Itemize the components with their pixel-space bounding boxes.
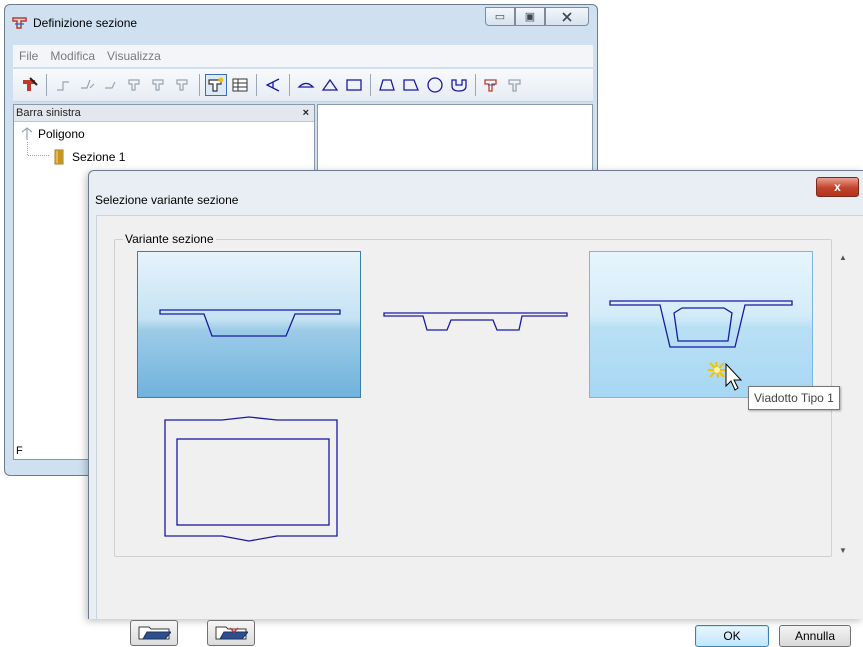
menu-modifica[interactable]: Modifica [44, 49, 101, 63]
toolbar-separator [199, 74, 200, 96]
menu-file[interactable]: File [13, 49, 44, 63]
triangle-icon [321, 78, 339, 91]
tool-1-button[interactable] [52, 74, 74, 96]
shape-trapezoid-2-button[interactable] [400, 74, 422, 96]
tree-connector [27, 142, 49, 156]
section-shape-3 [609, 300, 793, 391]
tree-item-label: Sezione 1 [72, 150, 126, 164]
shape-rectangle-button[interactable] [343, 74, 365, 96]
node-move-icon [81, 79, 95, 89]
section-paste-icon [508, 79, 521, 92]
tree-item-sezione-1[interactable]: Sezione 1 [52, 149, 125, 165]
menu-bar: File Modifica Visualizza [13, 45, 593, 68]
sidebar-title: Barra sinistra [16, 107, 81, 119]
section-shape-box [164, 416, 338, 542]
dialog-body: Variante sezione ▲ ▼ OK Annulla [96, 215, 863, 647]
wedge-icon [265, 78, 280, 92]
tool-6-button[interactable] [172, 74, 194, 96]
shape-circle-button[interactable] [424, 74, 446, 96]
scroll-up-icon[interactable]: ▲ [839, 253, 847, 262]
edit-section-button[interactable] [19, 74, 41, 96]
tool-5-button[interactable] [148, 74, 170, 96]
sidebar-close-button[interactable]: × [303, 105, 309, 121]
maximize-icon: ▣ [524, 11, 536, 23]
toolbar [13, 69, 593, 102]
group-label: Variante sezione [123, 232, 216, 246]
circle-icon [427, 77, 443, 93]
section-shape-1 [159, 309, 341, 337]
section-copy-icon [484, 79, 497, 92]
variant-tile-2[interactable] [377, 251, 572, 398]
minimize-icon: ▭ [494, 11, 506, 23]
tool-4-button[interactable] [124, 74, 146, 96]
toolbar-separator [46, 74, 47, 96]
toolbar-separator [370, 74, 371, 96]
dialog-close-button[interactable]: x [816, 177, 859, 197]
variant-dialog: Selezione variante sezione x Variante se… [88, 170, 863, 647]
open-folder-icon [138, 626, 171, 640]
save-folder-icon [215, 626, 248, 640]
rectangle-icon [346, 79, 362, 91]
cancel-button[interactable]: Annulla [779, 625, 851, 647]
polygon-icon [21, 127, 33, 140]
tree-item-label: Poligono [38, 127, 85, 141]
variant-tile-viadotto-tipo-1[interactable] [589, 251, 813, 398]
shape-wedge-button[interactable] [262, 74, 284, 96]
toolbar-separator [475, 74, 476, 96]
shape-triangle-button[interactable] [319, 74, 341, 96]
variant-tile-1[interactable] [137, 251, 361, 398]
polygon-mirror-icon [176, 79, 188, 91]
section-table-button[interactable] [229, 74, 251, 96]
open-folder-button[interactable] [130, 620, 178, 646]
trapezoid-icon [379, 79, 395, 91]
edit-section-icon [23, 77, 38, 91]
section-copy-button[interactable] [481, 74, 503, 96]
app-icon [12, 15, 28, 31]
sidebar-footer-text: F [16, 445, 23, 457]
close-button[interactable] [545, 7, 589, 26]
u-shape-icon [451, 79, 467, 92]
tool-2-button[interactable] [76, 74, 98, 96]
save-folder-button[interactable] [207, 620, 255, 646]
section-folder-icon [54, 149, 64, 165]
cursor-icon [725, 362, 743, 391]
variant-tooltip: Viadotto Tipo 1 [748, 386, 840, 410]
shape-u-button[interactable] [448, 74, 470, 96]
section-paste-button[interactable] [505, 74, 527, 96]
shape-trapezoid-button[interactable] [376, 74, 398, 96]
minimize-button[interactable]: ▭ [485, 7, 515, 26]
trapezoid-icon [403, 79, 419, 91]
node-delete-icon [105, 81, 116, 89]
menu-visualizza[interactable]: Visualizza [101, 49, 167, 63]
scroll-down-icon[interactable]: ▼ [839, 546, 847, 555]
window-title: Definizione sezione [33, 16, 138, 30]
polygon-rotate-icon [152, 79, 164, 91]
section-variant-button[interactable] [205, 74, 227, 96]
tool-3-button[interactable] [100, 74, 122, 96]
polygon-edit-icon [128, 79, 140, 91]
node-add-icon [57, 81, 69, 91]
section-variant-icon [208, 77, 224, 92]
close-icon [562, 11, 572, 22]
title-bar: Definizione sezione ▭ ▣ [5, 5, 597, 39]
table-icon [232, 78, 248, 92]
shape-lens-button[interactable] [295, 74, 317, 96]
dialog-title: Selezione variante sezione [95, 193, 239, 207]
tree-item-poligono[interactable]: Poligono [20, 127, 85, 141]
sidebar-header: Barra sinistra × [14, 105, 314, 122]
section-shape-2 [383, 312, 568, 331]
ok-button[interactable]: OK [695, 625, 769, 647]
maximize-button[interactable]: ▣ [515, 7, 545, 26]
sparkle-icon [708, 361, 726, 379]
lens-icon [297, 82, 315, 88]
toolbar-separator [289, 74, 290, 96]
toolbar-separator [256, 74, 257, 96]
variant-tile-box[interactable] [137, 412, 361, 556]
